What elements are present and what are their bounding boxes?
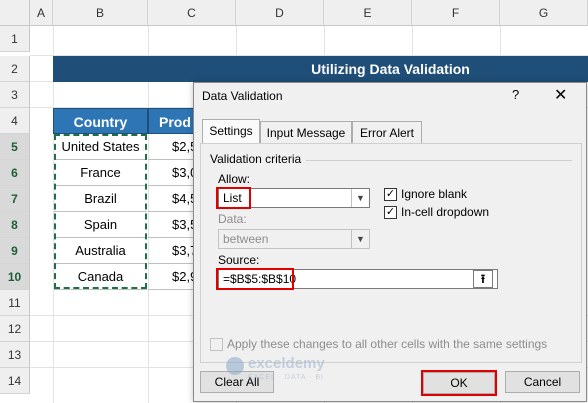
row-header-4[interactable]: 4	[0, 108, 30, 134]
column-header-e[interactable]: E	[324, 0, 412, 26]
row-header-10[interactable]: 10	[0, 264, 30, 290]
dialog-title: Data Validation	[202, 89, 283, 103]
close-icon[interactable]: ✕	[554, 85, 567, 105]
table-cell-country[interactable]: Brazil	[54, 186, 147, 212]
chevron-down-icon: ▼	[351, 230, 369, 248]
data-label: Data:	[218, 212, 247, 226]
row-header-6[interactable]: 6	[0, 160, 30, 186]
column-header-d[interactable]: D	[236, 0, 324, 26]
row-header-1[interactable]: 1	[0, 26, 30, 52]
source-value: =$B$5:$B$10	[223, 272, 297, 286]
row-header-5[interactable]: 5	[0, 134, 30, 160]
allow-value: List	[223, 191, 242, 205]
divider	[306, 160, 572, 161]
ignore-blank-checkbox[interactable]: ✓	[384, 188, 397, 201]
column-header-f[interactable]: F	[412, 0, 500, 26]
table-header-country[interactable]: Country	[53, 108, 148, 134]
clear-all-button[interactable]: Clear All	[200, 371, 274, 393]
column-header-a[interactable]: A	[30, 0, 53, 26]
allow-dropdown[interactable]: List ▼	[218, 188, 370, 208]
row-header-7[interactable]: 7	[0, 186, 30, 212]
table-cell-product[interactable]: $3,0	[148, 160, 193, 186]
table-cell-country[interactable]: Canada	[54, 264, 147, 290]
table-cell-country[interactable]: Spain	[54, 212, 147, 238]
cancel-button[interactable]: Cancel	[505, 371, 580, 393]
column-header-c[interactable]: C	[148, 0, 236, 26]
table-cell-country[interactable]: United States	[54, 134, 147, 160]
table-cell-product[interactable]: $2,9	[148, 264, 193, 290]
row-header-2[interactable]: 2	[0, 56, 30, 82]
table-cell-country[interactable]: France	[54, 160, 147, 186]
data-validation-dialog: Data Validation ? ✕ Settings Input Messa…	[193, 82, 587, 402]
in-cell-dropdown-label[interactable]: In-cell dropdown	[401, 205, 489, 219]
chevron-down-icon: ▼	[351, 189, 369, 207]
help-icon[interactable]: ?	[512, 87, 519, 102]
tab-error-alert[interactable]: Error Alert	[352, 121, 422, 143]
column-header-b[interactable]: B	[53, 0, 148, 26]
validation-criteria-label: Validation criteria	[210, 152, 302, 166]
collapse-dialog-icon[interactable]: ⭱	[473, 270, 493, 288]
apply-all-label: Apply these changes to all other cells w…	[227, 337, 548, 351]
row-header-13[interactable]: 13	[0, 342, 30, 368]
data-value: between	[223, 232, 269, 246]
tab-settings[interactable]: Settings	[202, 119, 260, 144]
table-cell-product[interactable]: $3,7	[148, 238, 193, 264]
table-cell-product[interactable]: $2,5	[148, 134, 193, 160]
tab-input-message[interactable]: Input Message	[260, 121, 352, 143]
row-header-12[interactable]: 12	[0, 316, 30, 342]
table-cell-product[interactable]: $3,5	[148, 212, 193, 238]
sheet-title-banner[interactable]: Utilizing Data Validation	[53, 56, 588, 82]
row-header-8[interactable]: 8	[0, 212, 30, 238]
row-header-9[interactable]: 9	[0, 238, 30, 264]
in-cell-dropdown-checkbox[interactable]: ✓	[384, 206, 397, 219]
source-input[interactable]: =$B$5:$B$10	[218, 269, 498, 289]
source-label: Source:	[218, 253, 260, 267]
row-header-3[interactable]: 3	[0, 82, 30, 108]
column-header-g[interactable]: G	[500, 0, 588, 26]
ok-button[interactable]: OK	[423, 372, 495, 394]
table-cell-country[interactable]: Australia	[54, 238, 147, 264]
select-all-corner[interactable]	[0, 0, 30, 26]
table-header-product[interactable]: Prod	[148, 108, 194, 134]
allow-label: Allow:	[218, 172, 251, 186]
apply-all-checkbox[interactable]	[210, 338, 223, 351]
table-cell-product[interactable]: $4,5	[148, 186, 193, 212]
data-dropdown[interactable]: between ▼	[218, 229, 370, 249]
row-header-14[interactable]: 14	[0, 368, 30, 394]
ignore-blank-label[interactable]: Ignore blank	[401, 187, 467, 201]
row-header-11[interactable]: 11	[0, 290, 30, 316]
